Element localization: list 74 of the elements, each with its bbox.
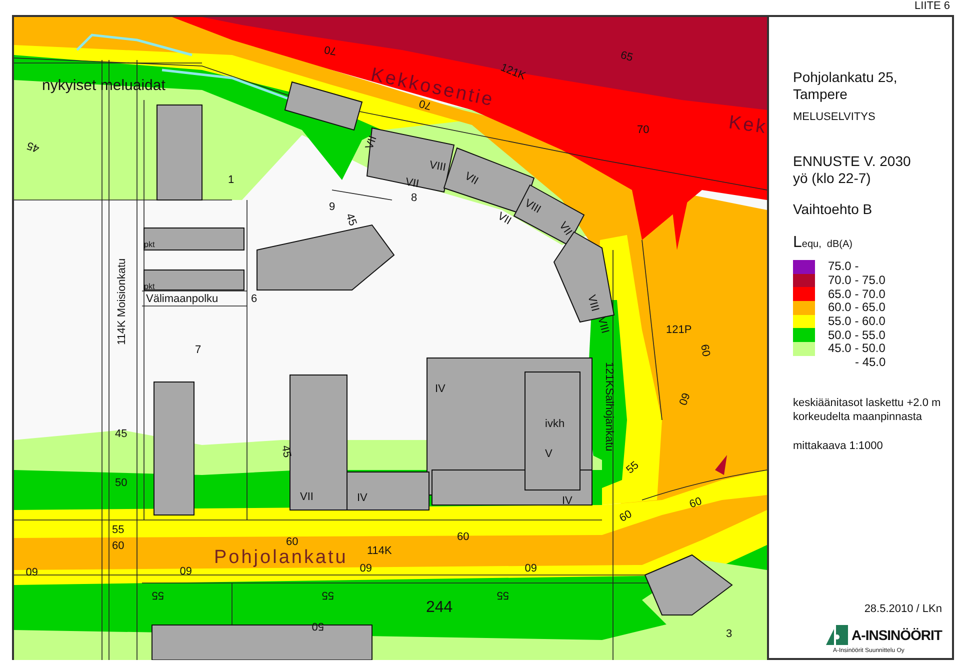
contour-label: 60 <box>112 540 124 552</box>
building-floor-label: VIII <box>522 197 543 216</box>
map-label: 114K <box>367 545 392 557</box>
contour-label: 60 <box>676 390 692 407</box>
building-floor-label: VII <box>300 491 314 503</box>
building-floor-label: IV <box>562 495 572 507</box>
building-floor-label: VII <box>556 220 574 238</box>
contour-label: 45 <box>25 139 42 154</box>
forecast-line: yö (klo 22-7) <box>793 170 872 187</box>
legend-unit: equ, dB(A) <box>802 239 852 250</box>
legend-range: 45.0 - 50.0 <box>828 342 886 356</box>
legend-range: 75.0 - <box>828 260 860 274</box>
map-label: 6 <box>251 293 258 305</box>
contour-label: 65 <box>619 49 634 64</box>
map-label: 121KSalhojankatu <box>603 362 615 452</box>
contour-label: 70 <box>637 124 650 136</box>
map-label: pkt <box>144 282 155 291</box>
map-label: 9 <box>329 201 336 213</box>
calculation-note: keskiäänitasot laskettu +2.0 m korkeudelta maanpinnasta <box>793 396 942 424</box>
sheet-label: LIITE 6 <box>914 0 950 14</box>
legend-range: 50.0 - 55.0 <box>828 328 886 342</box>
forecast-line: ENNUSTE V. 2030 <box>793 153 912 170</box>
contour-label: 60 <box>524 561 537 573</box>
contour-label: 70 <box>323 42 338 57</box>
contour-label: 45 <box>343 212 359 228</box>
contour-label: 55 <box>152 589 164 601</box>
company-logo-icon <box>826 625 848 645</box>
legend-range: 70.0 - 75.0 <box>828 274 886 288</box>
contour-label: 60 <box>180 564 192 576</box>
building-floor-label: VIII <box>428 159 447 174</box>
legend-range: - 45.0 <box>854 356 887 370</box>
street-name: Pohjolankatu <box>214 547 348 568</box>
scale-label: mittakaava 1:1000 <box>793 440 884 452</box>
report-title: Pohjolankatu 25, Tampere <box>793 69 898 103</box>
map-label: Välimaanpolku <box>146 293 218 305</box>
building-floor-label: VIII <box>595 316 611 335</box>
map-label: 1 <box>228 174 234 186</box>
building-floor-label: IV <box>357 492 368 504</box>
map-label: 114K Moisionkatu <box>116 258 128 345</box>
legend-symbol: L <box>793 234 802 252</box>
contour-label: 60 <box>286 536 298 548</box>
building-floor-label: VII <box>462 170 480 188</box>
alternative-label: Vaihtoehto B <box>793 201 874 218</box>
contour-label: 60 <box>457 531 470 543</box>
building-floor-label: IV <box>435 383 446 395</box>
report-subtitle: MELUSELVITYS <box>793 111 876 123</box>
map-label: 3 <box>726 628 732 640</box>
map-label: 121P <box>666 324 692 336</box>
contour-label: 45 <box>115 428 128 440</box>
map-label: 121K <box>498 62 528 82</box>
contour-label: 55 <box>496 589 509 601</box>
contour-label: 60 <box>688 495 704 511</box>
contour-label: 60 <box>26 565 38 577</box>
map-label: pkt <box>144 240 155 249</box>
contour-label: 55 <box>624 459 642 476</box>
building-floor-label: VII <box>496 210 514 228</box>
legend-range: 60.0 - 65.0 <box>828 301 886 314</box>
contour-label: 55 <box>322 589 334 601</box>
date-label: 28.5.2010 / LKn <box>863 603 942 615</box>
street-name: Kek <box>727 112 769 138</box>
legend-range: 65.0 - 70.0 <box>828 288 886 301</box>
legend-range: 55.0 - 60.0 <box>828 315 886 328</box>
contour-label: 60 <box>698 343 712 358</box>
contour-label: 50 <box>115 477 128 489</box>
map-label: 8 <box>411 192 418 204</box>
building-floor-label: ivkh <box>545 418 565 430</box>
contour-label: 55 <box>112 524 124 536</box>
company-name: A-INSINÖÖRIT <box>852 627 942 643</box>
block-number: 244 <box>426 599 453 616</box>
building-floor-label: VIII <box>585 294 601 313</box>
building-floor-label: V <box>545 448 552 460</box>
map-label: 7 <box>195 344 202 356</box>
contour-label: 60 <box>360 561 372 573</box>
contour-label: 60 <box>618 508 634 525</box>
